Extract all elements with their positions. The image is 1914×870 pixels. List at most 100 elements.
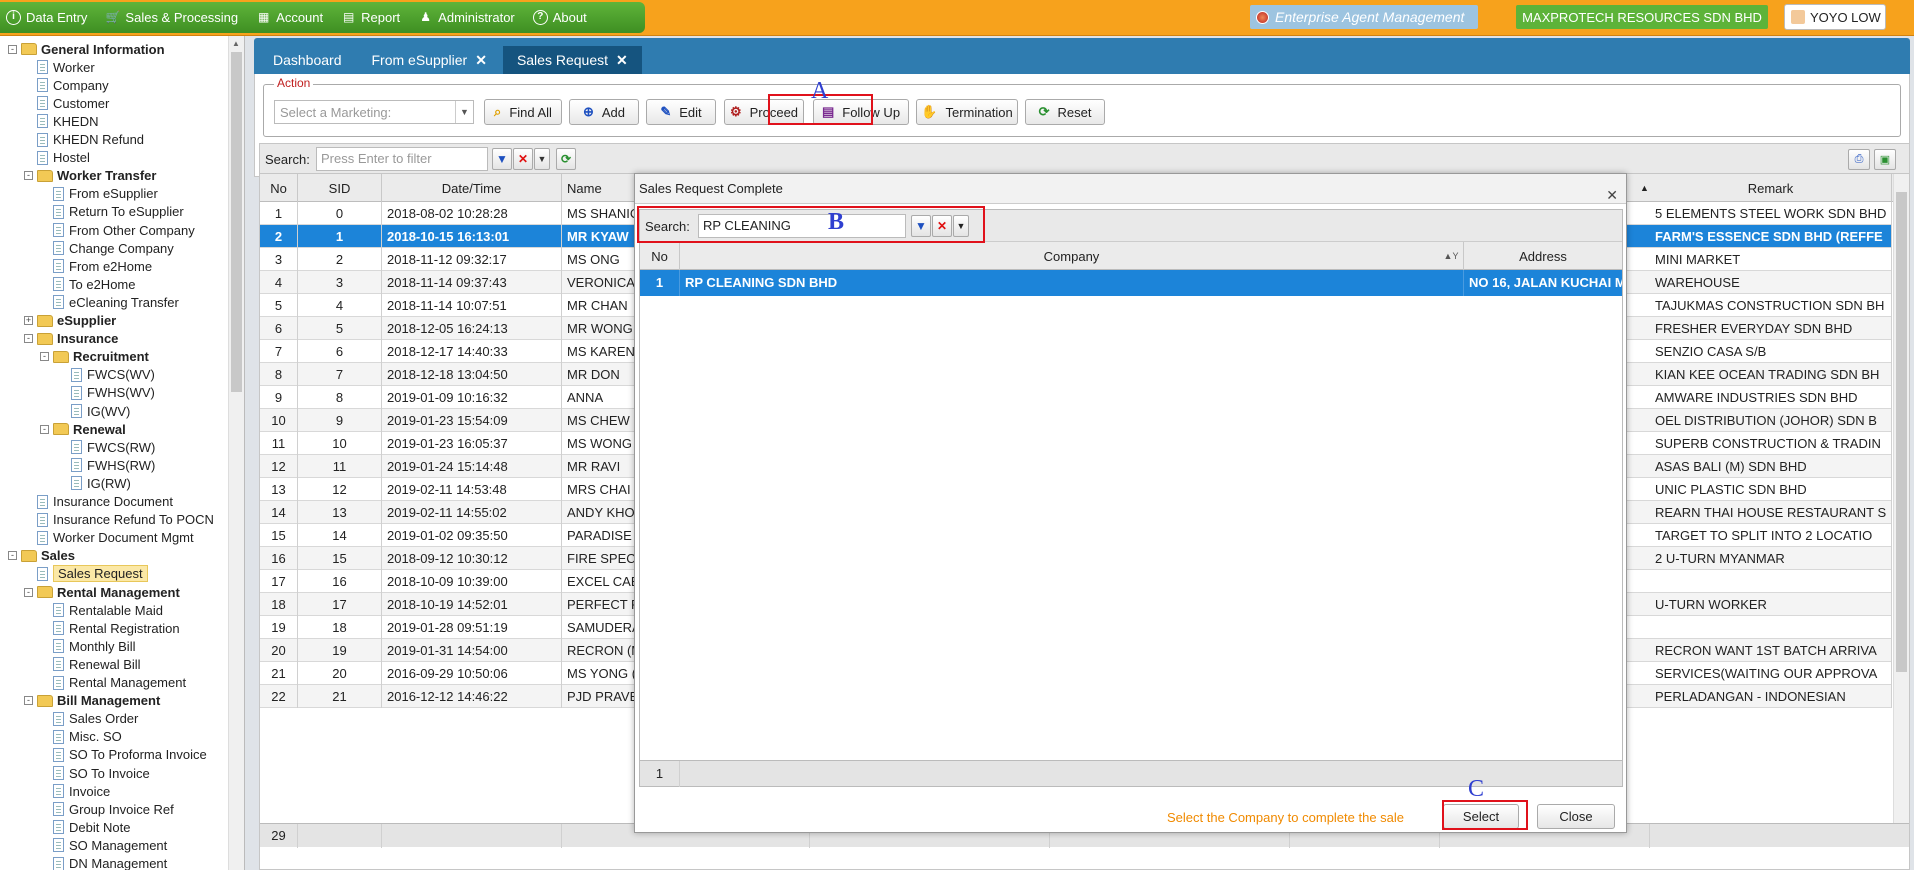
sidebar-item-fwhs-rw[interactable]: FWHS(RW) — [58, 456, 155, 474]
collapse-icon[interactable]: - — [24, 334, 33, 344]
sidebar-item-sales-order[interactable]: Sales Order — [40, 710, 138, 728]
collapse-icon[interactable]: - — [24, 587, 33, 597]
sidebar-item-so-to-invoice[interactable]: SO To Invoice — [40, 764, 150, 782]
sidebar-item-fwcs-wv[interactable]: FWCS(WV) — [58, 366, 155, 384]
column-header-address[interactable]: Address — [1464, 242, 1622, 270]
sidebar-item-insurance[interactable]: - Insurance — [24, 330, 118, 348]
collapse-icon[interactable]: - — [24, 696, 33, 706]
sidebar-item-group-invoice-ref[interactable]: Group Invoice Ref — [40, 800, 174, 818]
tab-from-esupplier[interactable]: From eSupplier ✕ — [358, 46, 501, 74]
sort-icon[interactable]: ▲ — [1640, 174, 1649, 202]
sidebar-item-hostel[interactable]: Hostel — [24, 149, 90, 167]
sidebar-item-fwhs-wv[interactable]: FWHS(WV) — [58, 384, 155, 402]
sidebar-item-from-e2home[interactable]: From e2Home — [40, 257, 152, 275]
sidebar-item-so-management[interactable]: SO Management — [40, 836, 167, 854]
print-icon[interactable]: ⎙ — [1848, 149, 1870, 170]
sidebar-item-worker-document-mgmt[interactable]: Worker Document Mgmt — [24, 529, 194, 547]
scroll-thumb[interactable] — [1896, 192, 1907, 672]
menu-administrator[interactable]: ♟ Administrator — [418, 10, 514, 25]
sidebar-item-renewal-bill[interactable]: Renewal Bill — [40, 655, 141, 673]
sidebar-item-worker-transfer[interactable]: - Worker Transfer — [24, 167, 156, 185]
sidebar-item-from-esupplier[interactable]: From eSupplier — [40, 185, 158, 203]
column-header-datetime[interactable]: Date/Time — [382, 174, 562, 202]
reset-button[interactable]: ⟳ Reset — [1025, 99, 1105, 125]
sidebar-item-return-to-esupplier[interactable]: Return To eSupplier — [40, 203, 184, 221]
sidebar-item-dn-management[interactable]: DN Management — [40, 855, 167, 870]
menu-report[interactable]: ▤ Report — [341, 10, 400, 25]
sidebar-item-debit-note[interactable]: Debit Note — [40, 818, 130, 836]
sidebar-item-customer[interactable]: Customer — [24, 94, 109, 112]
menu-about[interactable]: ? About — [532, 10, 587, 25]
sidebar-item-renewal[interactable]: - Renewal — [40, 420, 126, 438]
sidebar-item-so-to-proforma-invoice[interactable]: SO To Proforma Invoice — [40, 746, 207, 764]
column-header-no[interactable]: No — [640, 242, 680, 270]
collapse-icon[interactable]: - — [40, 352, 49, 362]
collapse-icon[interactable]: - — [8, 551, 17, 561]
menu-data-entry[interactable]: i Data Entry — [6, 10, 87, 25]
marketing-select[interactable]: Select a Marketing: ▼ — [274, 100, 474, 124]
close-button[interactable]: Close — [1537, 804, 1615, 829]
close-icon[interactable]: ✕ — [475, 52, 487, 69]
menu-account[interactable]: ▦ Account — [256, 10, 323, 25]
sidebar-item-general-information[interactable]: - General Information — [8, 40, 165, 58]
scroll-thumb[interactable] — [231, 52, 242, 392]
column-header-sid[interactable]: SID — [298, 174, 382, 202]
sidebar-item-recruitment[interactable]: - Recruitment — [40, 348, 149, 366]
user-menu[interactable]: YOYO LOW — [1784, 4, 1886, 30]
company-badge[interactable]: MAXPROTECH RESOURCES SDN BHD — [1516, 5, 1768, 29]
grid-scrollbar[interactable] — [1893, 174, 1909, 823]
sidebar-item-change-company[interactable]: Change Company — [40, 239, 174, 257]
chevron-down-icon[interactable]: ▼ — [455, 101, 473, 123]
company-row[interactable]: 1 RP CLEANING SDN BHD NO 16, JALAN KUCHA… — [640, 270, 1622, 296]
sidebar-item-from-other-company[interactable]: From Other Company — [40, 221, 195, 239]
clear-filter-icon[interactable]: ✕ — [513, 148, 533, 170]
tab-dashboard[interactable]: Dashboard — [259, 46, 356, 74]
close-icon[interactable]: ✕ — [1606, 180, 1618, 210]
collapse-icon[interactable]: - — [8, 44, 17, 54]
tab-sales-request[interactable]: Sales Request ✕ — [502, 46, 642, 74]
sidebar-item-insurance-document[interactable]: Insurance Document — [24, 493, 173, 511]
excel-export-icon[interactable]: ▣ — [1874, 149, 1896, 170]
column-header-company[interactable]: Company — [680, 242, 1464, 270]
scroll-up-icon[interactable]: ▲ — [232, 39, 240, 48]
sidebar-scrollbar[interactable]: ▲ — [228, 36, 244, 870]
sidebar-item-khedn-refund[interactable]: KHEDN Refund — [24, 131, 144, 149]
sidebar-item-invoice[interactable]: Invoice — [40, 782, 110, 800]
sidebar-item-to-e2home[interactable]: To e2Home — [40, 275, 135, 293]
add-button[interactable]: ⊕ Add — [569, 99, 639, 125]
filter-icon[interactable]: ▼ — [492, 148, 512, 170]
close-icon[interactable]: ✕ — [616, 52, 628, 69]
sidebar-item-rental-management[interactable]: - Rental Management — [24, 583, 180, 601]
sidebar-item-worker[interactable]: Worker — [24, 58, 95, 76]
refresh-icon[interactable]: ⟳ — [556, 148, 576, 170]
sidebar-item-company[interactable]: Company — [24, 76, 109, 94]
sidebar-item-ecleaning-transfer[interactable]: eCleaning Transfer — [40, 293, 179, 311]
sidebar-item-sales[interactable]: - Sales — [8, 547, 75, 565]
collapse-icon[interactable]: - — [40, 424, 49, 434]
edit-button[interactable]: ✎ Edit — [646, 99, 716, 125]
grid-search-input[interactable]: Press Enter to filter — [316, 147, 488, 171]
sidebar-item-monthly-bill[interactable]: Monthly Bill — [40, 637, 135, 655]
sidebar-item-ig-wv[interactable]: IG(WV) — [58, 402, 130, 420]
termination-button[interactable]: ✋ Termination — [916, 99, 1018, 125]
expand-icon[interactable]: + — [24, 316, 33, 325]
dialog-title-bar[interactable]: Sales Request Complete ✕ — [635, 174, 1626, 204]
menu-sales-processing[interactable]: 🛒 Sales & Processing — [105, 10, 238, 25]
sidebar-item-misc-so[interactable]: Misc. SO — [40, 728, 122, 746]
collapse-icon[interactable]: - — [24, 171, 33, 181]
column-header-no[interactable]: No — [260, 174, 298, 202]
sidebar-item-insurance-refund-to-pocn[interactable]: Insurance Refund To POCN — [24, 511, 214, 529]
sidebar-item-rental-management[interactable]: Rental Management — [40, 674, 186, 692]
find-all-button[interactable]: ⌕ Find All — [484, 99, 562, 125]
sidebar-item-fwcs-rw[interactable]: FWCS(RW) — [58, 438, 155, 456]
sidebar-item-sales-request[interactable]: Sales Request — [24, 565, 148, 583]
sidebar-item-esupplier[interactable]: + eSupplier — [24, 312, 116, 330]
sidebar-item-ig-rw[interactable]: IG(RW) — [58, 474, 131, 492]
column-header-remark[interactable]: Remark — [1650, 174, 1892, 202]
sidebar-item-rental-registration[interactable]: Rental Registration — [40, 619, 180, 637]
column-header-name[interactable]: Name — [562, 174, 642, 202]
sidebar-item-rentalable-maid[interactable]: Rentalable Maid — [40, 601, 163, 619]
sidebar-item-bill-management[interactable]: - Bill Management — [24, 692, 160, 710]
sidebar-item-khedn[interactable]: KHEDN — [24, 112, 99, 130]
sort-filter-icon[interactable]: ▲Y — [1440, 242, 1462, 270]
